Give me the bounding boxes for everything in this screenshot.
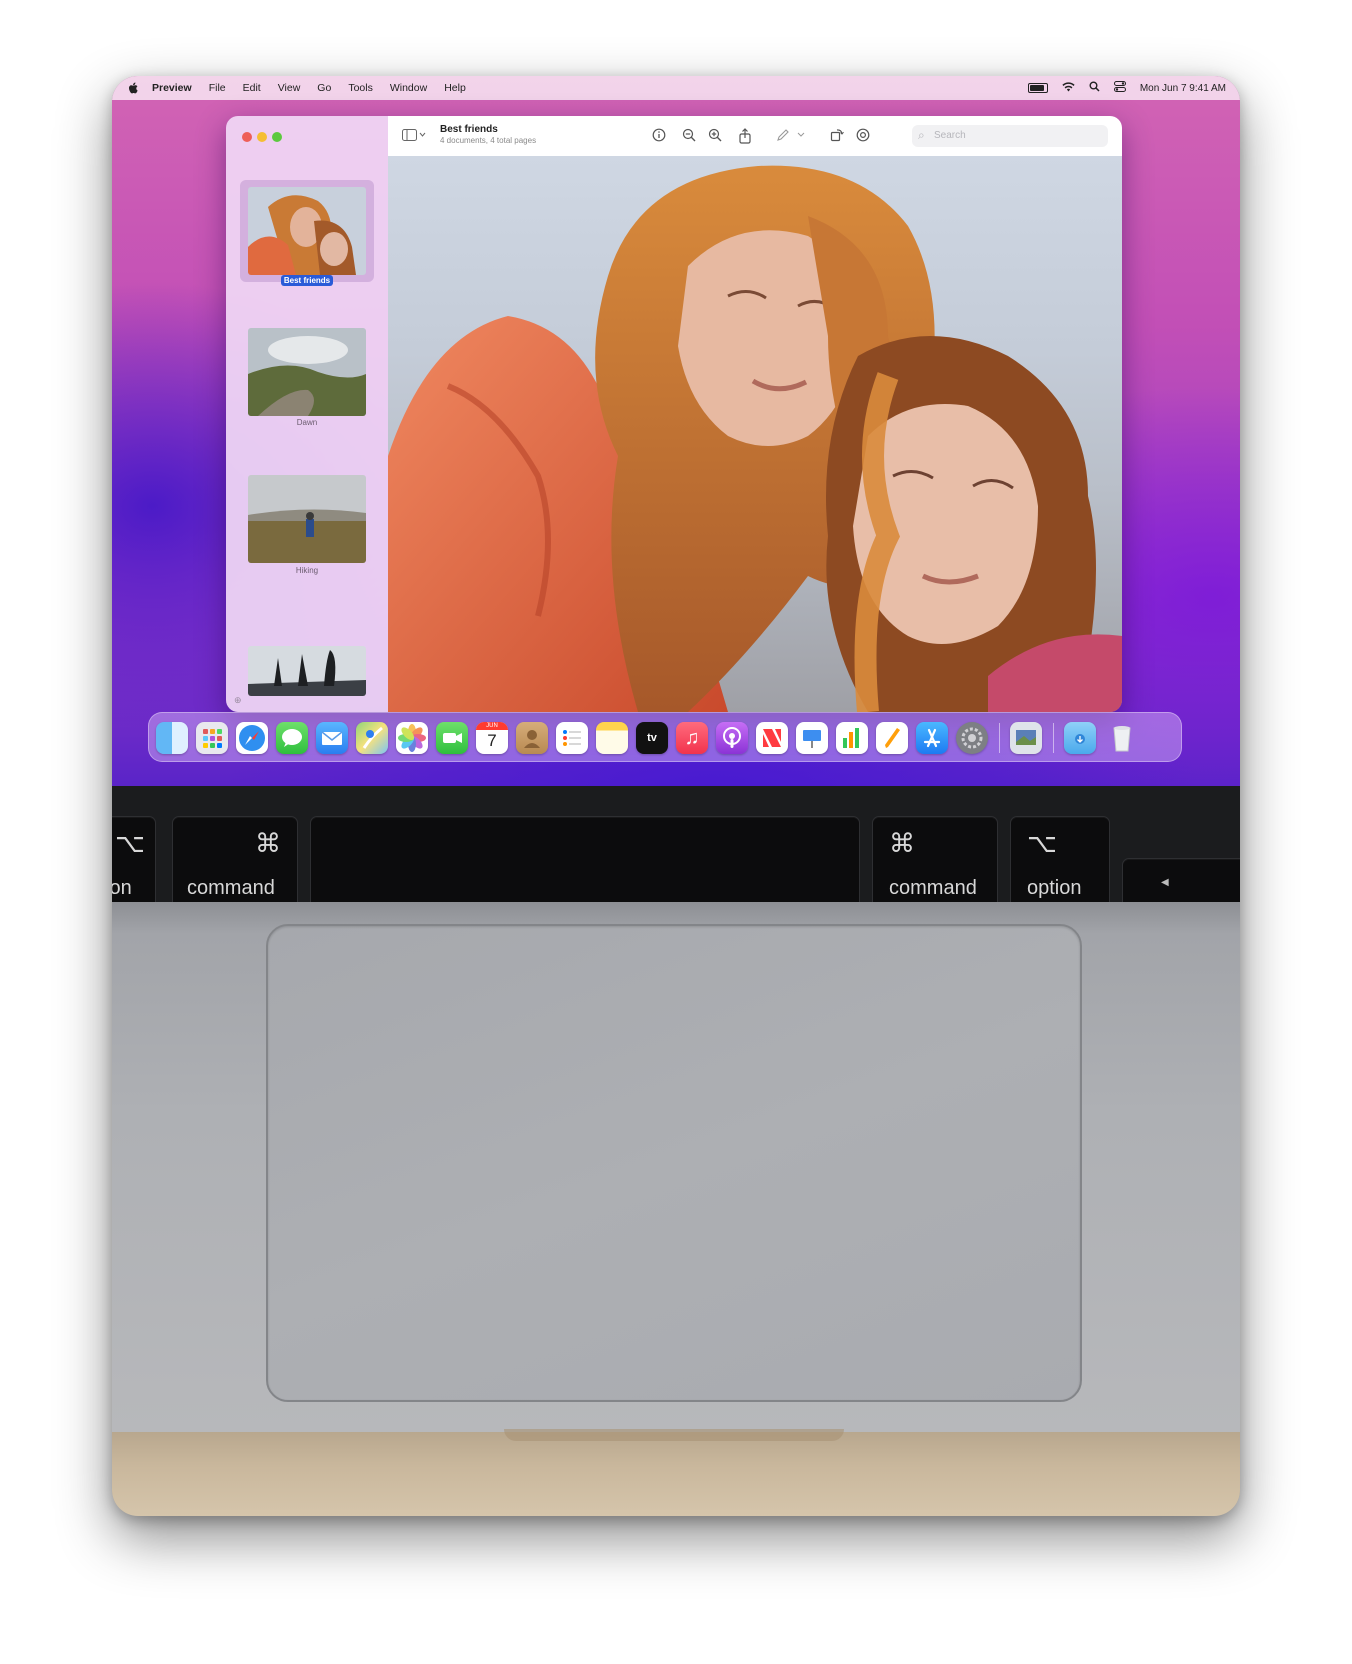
sidebar-toggle-icon[interactable]: [402, 128, 426, 146]
podcasts-app-icon[interactable]: [716, 722, 748, 754]
minimize-window-button[interactable]: [257, 132, 267, 142]
thumbnail-best-friends[interactable]: [248, 187, 366, 275]
search-icon: ⌕: [918, 128, 925, 142]
command-key-label: command: [889, 877, 977, 899]
notes-app-icon[interactable]: [596, 722, 628, 754]
option-symbol: ⌥: [115, 828, 145, 858]
thumbnail-label-hiking[interactable]: Hiking: [226, 566, 388, 575]
control-center-icon[interactable]: [1113, 81, 1126, 95]
thumbnail-hiking[interactable]: [248, 475, 366, 563]
calendar-month: JUN: [476, 722, 508, 730]
app-store-app-icon[interactable]: [916, 722, 948, 754]
pages-app-icon[interactable]: [876, 722, 908, 754]
rotate-icon[interactable]: [830, 128, 844, 146]
menu-datetime[interactable]: Mon Jun 7 9:41 AM: [1140, 83, 1226, 94]
menu-view[interactable]: View: [278, 82, 301, 94]
close-window-button[interactable]: [242, 132, 252, 142]
document-title: Best friends: [440, 124, 498, 135]
thumbnail-label-best-friends[interactable]: Best friends: [226, 275, 388, 286]
zoom-in-icon[interactable]: [708, 128, 722, 146]
keynote-app-icon[interactable]: [796, 722, 828, 754]
safari-app-icon[interactable]: [236, 722, 268, 754]
contacts-app-icon[interactable]: [516, 722, 548, 754]
search-placeholder: Search: [934, 130, 966, 141]
messages-app-icon[interactable]: [276, 722, 308, 754]
photos-app-icon[interactable]: [396, 722, 428, 754]
menu-app-name[interactable]: Preview: [152, 82, 192, 94]
trash-icon[interactable]: [1106, 722, 1138, 754]
keyboard-row: ⌥ ion ⌘ command ⌘ command ⌥ option ◀: [112, 786, 1240, 912]
battery-icon[interactable]: [1027, 83, 1048, 93]
dock-separator: [999, 723, 1000, 753]
markup-pen-icon[interactable]: [776, 128, 806, 146]
tv-app-icon[interactable]: tv: [636, 722, 668, 754]
option-key-label: ion: [112, 877, 132, 899]
info-icon[interactable]: [652, 128, 666, 146]
dock-separator: [1053, 723, 1054, 753]
mail-app-icon[interactable]: [316, 722, 348, 754]
menu-file[interactable]: File: [209, 82, 226, 94]
news-app-icon[interactable]: [756, 722, 788, 754]
finder-app-icon[interactable]: [156, 722, 188, 754]
option-key-label: option: [1027, 877, 1082, 899]
option-symbol: ⌥: [1027, 828, 1057, 858]
apple-logo-icon[interactable]: [128, 82, 138, 94]
thumbnail-label-dawn[interactable]: Dawn: [226, 418, 388, 427]
menu-go[interactable]: Go: [317, 82, 331, 94]
key-command-left[interactable]: ⌘ command: [172, 816, 298, 912]
command-symbol: ⌘: [889, 828, 915, 858]
menu-tools[interactable]: Tools: [348, 82, 373, 94]
zoom-out-icon[interactable]: [682, 128, 696, 146]
share-icon[interactable]: [738, 128, 752, 148]
main-photo-best-friends: [388, 156, 1122, 712]
spotlight-search-icon[interactable]: [1089, 81, 1100, 95]
system-preferences-app-icon[interactable]: [956, 722, 988, 754]
thumbnail-sidebar: Best friends Dawn Hiking ⊕: [226, 116, 388, 712]
thumbnail-label-text-best-friends[interactable]: Best friends: [280, 275, 334, 286]
command-symbol: ⌘: [255, 828, 281, 858]
thumbnail-dawn[interactable]: [248, 328, 366, 416]
desktop-screen: Preview File Edit View Go Tools Window H…: [112, 76, 1240, 786]
facetime-app-icon[interactable]: [436, 722, 468, 754]
thumbnail-silhouettes[interactable]: [248, 646, 366, 696]
command-key-label: command: [187, 877, 275, 899]
document-subtitle: 4 documents, 4 total pages: [440, 136, 537, 145]
preview-toolbar: Best friends 4 documents, 4 total pages: [388, 116, 1122, 156]
annotate-icon[interactable]: [856, 128, 870, 146]
wooden-table: [112, 1432, 1240, 1516]
wifi-icon[interactable]: [1062, 81, 1075, 95]
downloads-folder-icon[interactable]: [1064, 722, 1096, 754]
numbers-app-icon[interactable]: [836, 722, 868, 754]
search-field[interactable]: ⌕ Search: [912, 125, 1108, 147]
key-spacebar[interactable]: [310, 816, 860, 912]
key-option-left[interactable]: ⌥ ion: [112, 816, 156, 912]
menu-window[interactable]: Window: [390, 82, 427, 94]
music-app-icon[interactable]: ♫: [676, 722, 708, 754]
key-command-right[interactable]: ⌘ command: [872, 816, 998, 912]
macbook-photo: Preview File Edit View Go Tools Window H…: [112, 76, 1240, 1516]
menu-bar-status-area: Mon Jun 7 9:41 AM: [1027, 76, 1226, 100]
trackpad[interactable]: [266, 924, 1082, 1402]
maps-app-icon[interactable]: [356, 722, 388, 754]
palm-rest: [112, 902, 1240, 1432]
zoom-window-button[interactable]: [272, 132, 282, 142]
calendar-day: 7: [487, 731, 497, 750]
launchpad-app-icon[interactable]: [196, 722, 228, 754]
menu-help[interactable]: Help: [444, 82, 466, 94]
dock: JUN 7 tv ♫: [148, 712, 1182, 762]
calendar-app-icon[interactable]: JUN 7: [476, 722, 508, 754]
reminders-app-icon[interactable]: [556, 722, 588, 754]
key-option-right[interactable]: ⌥ option: [1010, 816, 1110, 912]
menu-bar: Preview File Edit View Go Tools Window H…: [112, 76, 1240, 100]
lid-notch: [504, 1429, 844, 1441]
preview-window: Best friends Dawn Hiking ⊕ Best friends …: [226, 116, 1122, 712]
sidebar-add-icon[interactable]: ⊕: [234, 695, 242, 706]
preview-app-icon[interactable]: [1010, 722, 1042, 754]
arrow-left-icon: ◀: [1161, 877, 1169, 888]
menu-edit[interactable]: Edit: [243, 82, 261, 94]
